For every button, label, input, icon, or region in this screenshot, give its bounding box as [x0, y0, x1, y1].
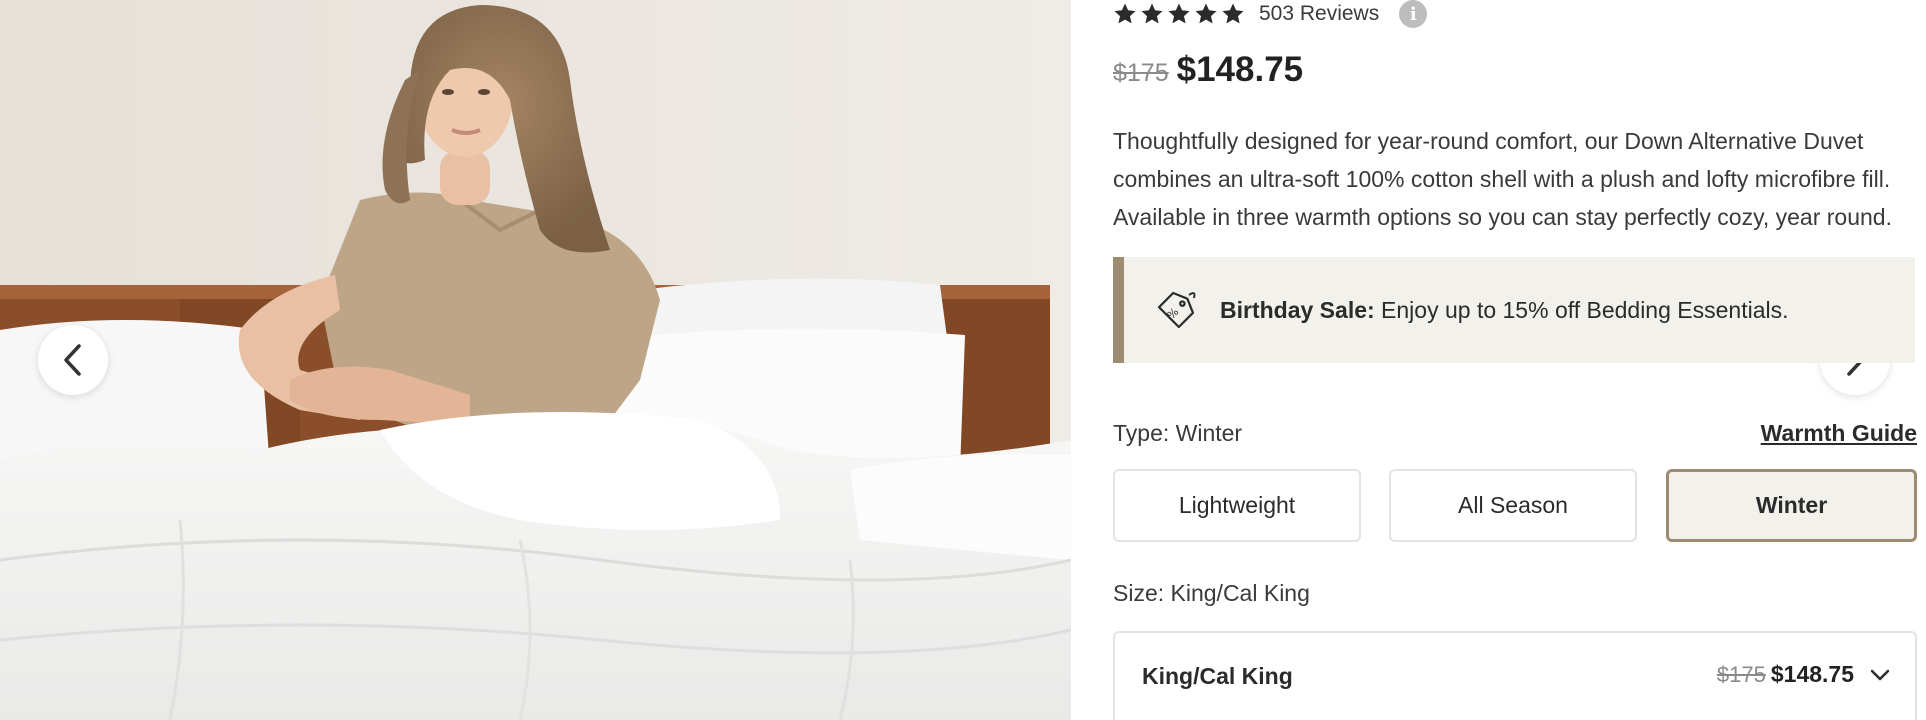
- rating-summary: 503 Reviews i: [1113, 0, 1428, 28]
- gallery-prev-button[interactable]: [38, 325, 108, 395]
- sale-price: $148.75: [1176, 50, 1304, 89]
- star-icon: [1195, 3, 1217, 24]
- star-icon: [1222, 3, 1244, 24]
- type-option-all-season[interactable]: All Season: [1389, 469, 1637, 542]
- type-label: Type: Winter: [1113, 420, 1243, 446]
- size-original-price: $175: [1716, 661, 1766, 687]
- star-rating: [1113, 2, 1245, 26]
- chevron-left-icon: [64, 344, 81, 376]
- type-option-winter[interactable]: Winter: [1666, 469, 1917, 542]
- promo-banner: % Birthday Sale: Enjoy up to 15% off Bed…: [1113, 257, 1915, 363]
- type-option-lightweight[interactable]: Lightweight: [1113, 469, 1361, 542]
- size-sale-price: $148.75: [1770, 661, 1854, 687]
- warmth-guide-link[interactable]: Warmth Guide: [1761, 420, 1917, 447]
- reviews-count-link[interactable]: 503 Reviews: [1259, 2, 1379, 26]
- original-price: $175: [1113, 59, 1169, 87]
- star-icon: [1168, 3, 1190, 24]
- product-image-gallery: [0, 0, 1071, 720]
- promo-title: Birthday Sale:: [1220, 296, 1375, 323]
- product-image: [0, 0, 1071, 720]
- svg-text:%: %: [1165, 305, 1182, 322]
- size-selected-value: King/Cal King: [1142, 663, 1293, 689]
- size-price: $175 $148.75: [1717, 661, 1890, 688]
- chevron-down-icon: [1870, 669, 1890, 680]
- product-price: $175 $148.75: [1113, 50, 1303, 90]
- type-selector-header: Type: Winter Warmth Guide: [1113, 420, 1917, 450]
- size-dropdown[interactable]: King/Cal King $175 $148.75: [1113, 631, 1917, 720]
- star-icon: [1141, 3, 1163, 24]
- promo-text: Birthday Sale: Enjoy up to 15% off Beddi…: [1220, 297, 1789, 324]
- promo-message: Enjoy up to 15% off Bedding Essentials.: [1381, 296, 1789, 323]
- product-info-panel: 503 Reviews i $175 $148.75 Thoughtfully …: [1113, 0, 1917, 720]
- size-label: Size: King/Cal King: [1113, 580, 1310, 606]
- price-tag-icon: %: [1157, 291, 1196, 329]
- info-icon[interactable]: i: [1399, 0, 1428, 28]
- product-description: Thoughtfully designed for year-round com…: [1113, 128, 1892, 230]
- star-icon: [1114, 3, 1136, 24]
